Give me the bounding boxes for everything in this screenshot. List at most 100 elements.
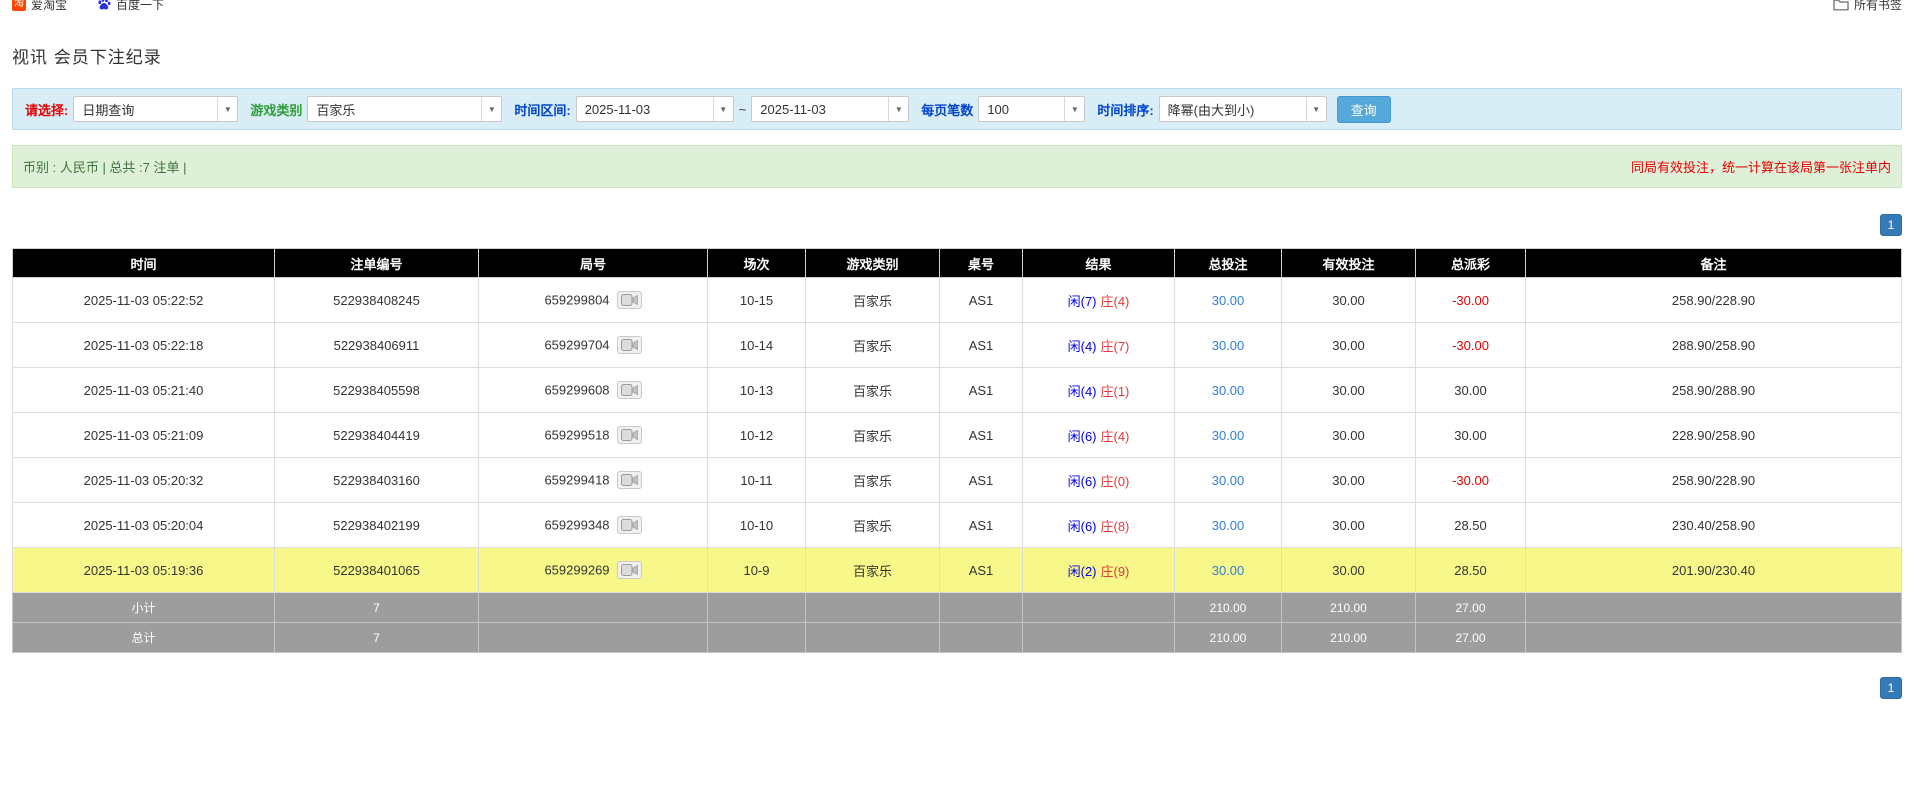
cell-bet-id: 522938406911 bbox=[274, 322, 479, 368]
video-icon[interactable] bbox=[616, 561, 642, 579]
video-icon[interactable] bbox=[616, 426, 642, 444]
pagination-page-1[interactable]: 1 bbox=[1880, 677, 1902, 699]
result-banker: 庄(8) bbox=[1100, 518, 1130, 534]
empty-cell bbox=[1525, 622, 1902, 653]
result-player: 闲(4) bbox=[1067, 383, 1097, 399]
table-row: 2025-11-03 05:19:36 522938401065 6592992… bbox=[12, 547, 1902, 593]
video-icon[interactable] bbox=[616, 291, 642, 309]
cell-round-id: 659299348 bbox=[478, 502, 708, 548]
col-header-remark: 备注 bbox=[1525, 248, 1902, 278]
bookmarks-bar: 淘 爱淘宝 百度一下 所有书签 bbox=[0, 0, 1914, 13]
search-button[interactable]: 查询 bbox=[1336, 95, 1391, 123]
sort-order-select[interactable]: 降幂(由大到小) ▼ bbox=[1158, 96, 1327, 122]
pagination-top: 1 bbox=[12, 214, 1902, 236]
col-header-game-type: 游戏类别 bbox=[805, 248, 940, 278]
total-bet-link[interactable]: 30.00 bbox=[1212, 338, 1245, 353]
cell-result: 闲(7) 庄(4) bbox=[1022, 277, 1175, 323]
empty-cell bbox=[1022, 622, 1175, 653]
date-from-input[interactable]: 2025-11-03 ▼ bbox=[575, 96, 734, 122]
col-header-bet-id: 注单编号 bbox=[274, 248, 479, 278]
cell-game-type: 百家乐 bbox=[805, 322, 940, 368]
all-bookmarks-button[interactable]: 所有书签 bbox=[1833, 0, 1902, 13]
empty-cell bbox=[939, 592, 1023, 623]
date-range-label: 时间区间: bbox=[514, 102, 571, 118]
round-id-text: 659299418 bbox=[544, 472, 610, 488]
cell-time: 2025-11-03 05:20:04 bbox=[12, 502, 275, 548]
bookmark-aitaobao[interactable]: 淘 爱淘宝 bbox=[12, 0, 67, 13]
table-body: 2025-11-03 05:22:52 522938408245 6592998… bbox=[12, 277, 1902, 593]
subtotal-label: 小计 bbox=[12, 592, 275, 623]
chevron-down-icon: ▼ bbox=[217, 97, 237, 121]
cell-time: 2025-11-03 05:22:18 bbox=[12, 322, 275, 368]
col-header-time: 时间 bbox=[12, 248, 275, 278]
table-row: 2025-11-03 05:21:09 522938404419 6592995… bbox=[12, 412, 1902, 458]
total-bet-link[interactable]: 30.00 bbox=[1212, 383, 1245, 398]
taobao-icon: 淘 bbox=[12, 0, 26, 11]
cell-total-bet: 30.00 bbox=[1174, 547, 1282, 593]
cell-session: 10-11 bbox=[707, 457, 806, 503]
pagination-page-1[interactable]: 1 bbox=[1880, 214, 1902, 236]
cell-game-type: 百家乐 bbox=[805, 412, 940, 458]
cell-game-type: 百家乐 bbox=[805, 502, 940, 548]
query-type-select[interactable]: 日期查询 ▼ bbox=[73, 96, 239, 122]
video-icon[interactable] bbox=[616, 516, 642, 534]
cell-table-no: AS1 bbox=[939, 412, 1023, 458]
cell-result: 闲(6) 庄(0) bbox=[1022, 457, 1175, 503]
result-player: 闲(6) bbox=[1067, 473, 1097, 489]
cell-total-bet: 30.00 bbox=[1174, 367, 1282, 413]
total-label: 总计 bbox=[12, 622, 275, 653]
empty-cell bbox=[1525, 592, 1902, 623]
page-size-select[interactable]: 100 ▼ bbox=[978, 96, 1086, 122]
total-bet-link[interactable]: 30.00 bbox=[1212, 563, 1245, 578]
result-player: 闲(6) bbox=[1067, 518, 1097, 534]
total-payout: 27.00 bbox=[1415, 622, 1526, 653]
cell-result: 闲(4) 庄(7) bbox=[1022, 322, 1175, 368]
cell-time: 2025-11-03 05:21:09 bbox=[12, 412, 275, 458]
chevron-down-icon: ▼ bbox=[712, 97, 733, 121]
cell-table-no: AS1 bbox=[939, 502, 1023, 548]
game-type-select[interactable]: 百家乐 ▼ bbox=[307, 96, 503, 122]
video-icon[interactable] bbox=[616, 381, 642, 399]
cell-round-id: 659299269 bbox=[478, 547, 708, 593]
subtotal-count: 7 bbox=[274, 592, 479, 623]
total-count: 7 bbox=[274, 622, 479, 653]
cell-round-id: 659299608 bbox=[478, 367, 708, 413]
video-icon[interactable] bbox=[616, 336, 642, 354]
total-bet-link[interactable]: 30.00 bbox=[1212, 473, 1245, 488]
result-player: 闲(2) bbox=[1067, 563, 1097, 579]
empty-cell bbox=[707, 622, 806, 653]
page-size-label: 每页笔数 bbox=[921, 102, 974, 118]
cell-table-no: AS1 bbox=[939, 367, 1023, 413]
cell-payout: 30.00 bbox=[1415, 412, 1526, 458]
cell-time: 2025-11-03 05:20:32 bbox=[12, 457, 275, 503]
cell-remark: 258.90/228.90 bbox=[1525, 457, 1902, 503]
cell-result: 闲(2) 庄(9) bbox=[1022, 547, 1175, 593]
total-bet-link[interactable]: 30.00 bbox=[1212, 518, 1245, 533]
cell-payout: 28.50 bbox=[1415, 502, 1526, 548]
empty-cell bbox=[707, 592, 806, 623]
bookmark-baidu[interactable]: 百度一下 bbox=[97, 0, 164, 13]
total-total-bet: 210.00 bbox=[1174, 622, 1282, 653]
total-bet-link[interactable]: 30.00 bbox=[1212, 428, 1245, 443]
pagination-bottom: 1 bbox=[12, 677, 1902, 699]
empty-cell bbox=[805, 622, 940, 653]
table-footer: 小计 7 210.00 210.00 27.00 总计 7 210.00 210… bbox=[12, 592, 1902, 653]
cell-valid-bet: 30.00 bbox=[1281, 547, 1416, 593]
cell-round-id: 659299518 bbox=[478, 412, 708, 458]
total-bet-link[interactable]: 30.00 bbox=[1212, 293, 1245, 308]
bookmark-label: 百度一下 bbox=[116, 0, 165, 12]
all-bookmarks-label: 所有书签 bbox=[1853, 0, 1902, 12]
video-icon[interactable] bbox=[616, 471, 642, 489]
col-header-table-no: 桌号 bbox=[939, 248, 1023, 278]
cell-remark: 228.90/258.90 bbox=[1525, 412, 1902, 458]
cell-game-type: 百家乐 bbox=[805, 547, 940, 593]
empty-cell bbox=[1022, 592, 1175, 623]
table-row: 2025-11-03 05:22:18 522938406911 6592997… bbox=[12, 322, 1902, 368]
bet-records-table: 时间 注单编号 局号 场次 游戏类别 桌号 结果 总投注 有效投注 总派彩 备注… bbox=[12, 248, 1902, 653]
cell-valid-bet: 30.00 bbox=[1281, 367, 1416, 413]
table-row: 2025-11-03 05:20:32 522938403160 6592994… bbox=[12, 457, 1902, 503]
cell-game-type: 百家乐 bbox=[805, 277, 940, 323]
cell-result: 闲(6) 庄(8) bbox=[1022, 502, 1175, 548]
game-type-label: 游戏类别 bbox=[250, 102, 303, 118]
date-to-input[interactable]: 2025-11-03 ▼ bbox=[751, 96, 910, 122]
